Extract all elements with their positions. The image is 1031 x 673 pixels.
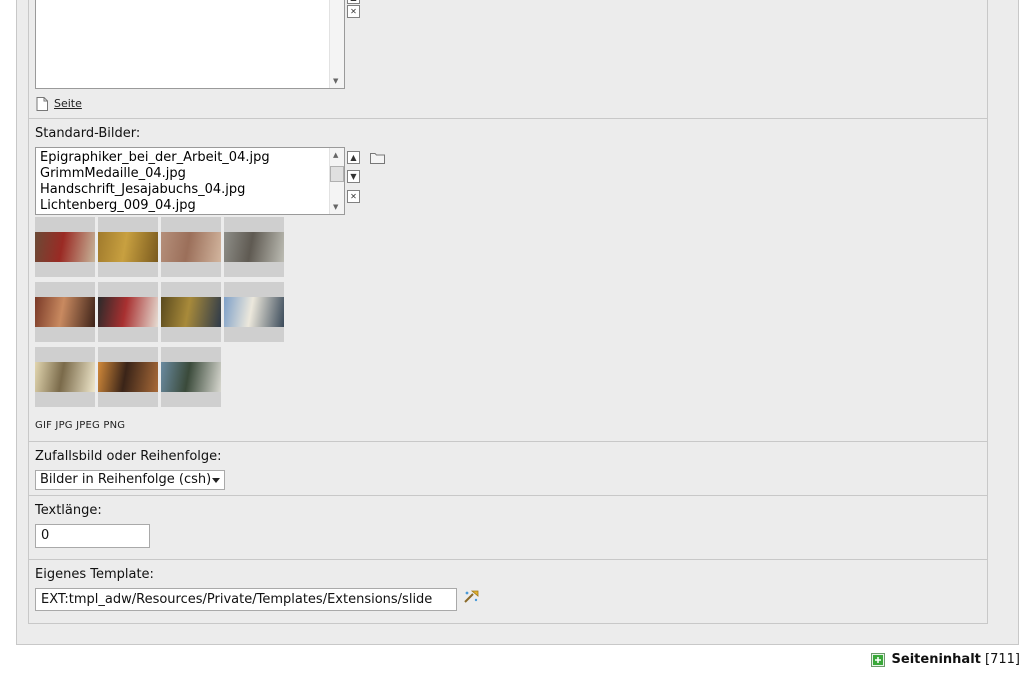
template-label: Eigenes Template: <box>35 567 154 582</box>
record-type: Seiteninhalt <box>891 652 981 667</box>
record-info: Seiteninhalt [711] <box>870 652 1020 667</box>
thumbnail-image <box>35 232 95 262</box>
thumbnail[interactable] <box>35 347 95 407</box>
folder-icon[interactable] <box>370 152 385 164</box>
page-link[interactable]: Seite <box>54 97 82 110</box>
thumbnail-image <box>224 232 284 262</box>
move-up-button[interactable]: ▲ <box>347 151 360 164</box>
image-list-scrollbar[interactable]: ▲ ▼ <box>329 148 344 214</box>
image-file-list[interactable]: Epigraphiker_bei_der_Arbeit_04.jpg Grimm… <box>35 147 345 215</box>
standard-images-label: Standard-Bilder: <box>35 126 141 141</box>
random-order-select[interactable]: Bilder in Reihenfolge (csh) <box>35 470 225 490</box>
list-item[interactable]: Lichtenberg_009_04.jpg <box>40 198 196 214</box>
thumbnail-image <box>224 297 284 327</box>
thumbnail-image <box>35 362 95 392</box>
thumbnail-image <box>161 232 221 262</box>
chevron-down-icon <box>212 478 220 483</box>
page-icon <box>36 97 48 111</box>
thumbnail[interactable] <box>98 347 158 407</box>
thumbnail-image <box>161 297 221 327</box>
list-item[interactable]: Handschrift_Jesajabuchs_04.jpg <box>40 182 245 198</box>
random-order-label: Zufallsbild oder Reihenfolge: <box>35 449 222 464</box>
scroll-down-arrow-icon[interactable]: ▼ <box>333 203 338 211</box>
section-divider <box>29 495 987 496</box>
text-length-input[interactable]: 0 <box>35 524 150 548</box>
thumbnail[interactable] <box>224 217 284 277</box>
scroll-thumb[interactable] <box>330 166 344 182</box>
scroll-down-arrow-icon[interactable]: ▼ <box>333 77 338 85</box>
record-id: [711] <box>985 652 1020 667</box>
wizard-icon[interactable] <box>463 590 479 604</box>
thumbnail[interactable] <box>35 282 95 342</box>
section-divider <box>29 559 987 560</box>
remove-button[interactable]: ✕ <box>347 190 360 203</box>
thumbnail-image <box>98 362 158 392</box>
random-order-value: Bilder in Reihenfolge (csh) <box>40 472 212 487</box>
scroll-up-arrow-icon[interactable]: ▲ <box>333 151 338 159</box>
template-input[interactable]: EXT:tmpl_adw/Resources/Private/Templates… <box>35 588 457 611</box>
thumbnail[interactable] <box>35 217 95 277</box>
move-down-button[interactable]: ▼ <box>347 170 360 183</box>
thumbnail[interactable] <box>98 217 158 277</box>
thumbnail[interactable] <box>224 282 284 342</box>
section-divider <box>29 441 987 442</box>
list-item[interactable]: Epigraphiker_bei_der_Arbeit_04.jpg <box>40 150 270 166</box>
thumbnail-image <box>161 362 221 392</box>
text-length-label: Textlänge: <box>35 503 102 518</box>
thumbnail-image <box>35 297 95 327</box>
allowed-extensions: GIF JPG JPEG PNG <box>35 420 126 431</box>
section-divider <box>29 118 987 119</box>
thumbnail[interactable] <box>161 217 221 277</box>
thumbnail-image <box>98 297 158 327</box>
thumbnail[interactable] <box>98 282 158 342</box>
list-item[interactable]: GrimmMedaille_04.jpg <box>40 166 186 182</box>
page-list-scrollbar[interactable]: ▼ <box>329 0 344 88</box>
remove-button-top[interactable]: ✕ <box>347 5 360 18</box>
form-panel: ▼ ▲ ✕ Seite Standard-Bilder: Epigraphike… <box>16 0 1019 645</box>
thumbnail[interactable] <box>161 282 221 342</box>
thumbnail-image <box>98 232 158 262</box>
move-up-button-top[interactable]: ▲ <box>347 0 360 4</box>
page-select-list[interactable]: ▼ <box>35 0 345 89</box>
content-element-icon <box>870 653 885 667</box>
thumbnail[interactable] <box>161 347 221 407</box>
form-fieldset: ▼ ▲ ✕ Seite Standard-Bilder: Epigraphike… <box>28 0 988 624</box>
